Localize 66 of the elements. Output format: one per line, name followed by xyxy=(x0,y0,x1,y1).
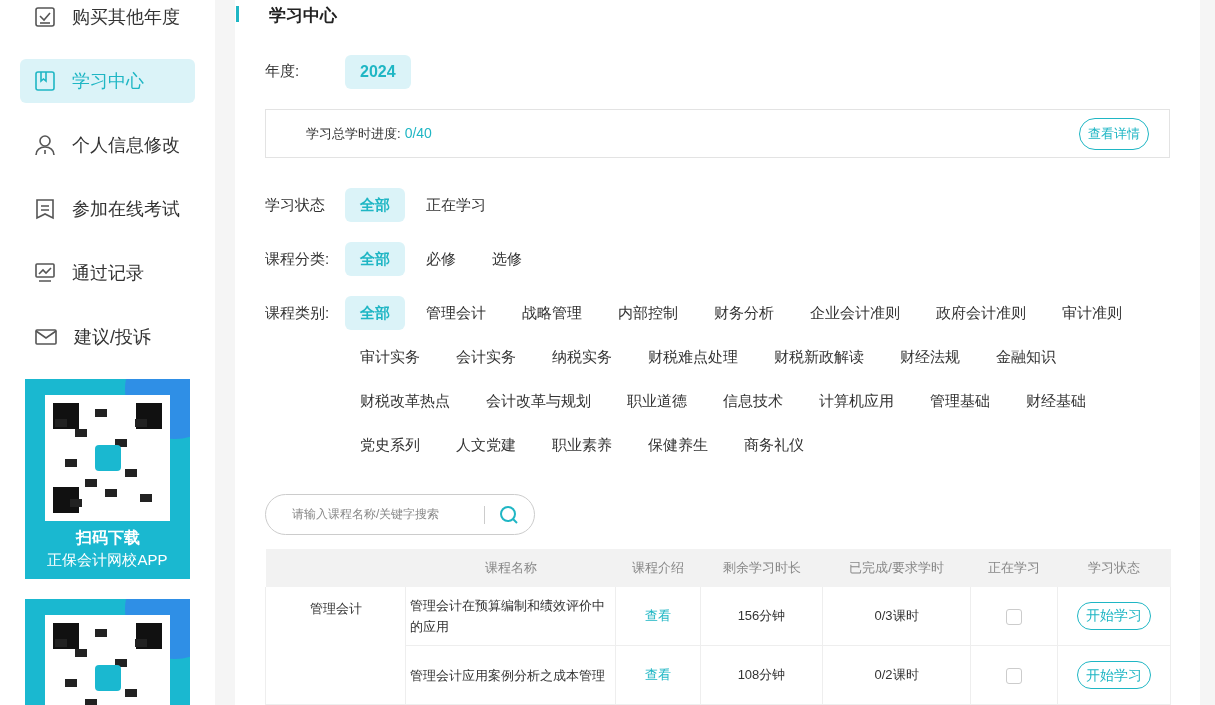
learning-checkbox[interactable] xyxy=(1006,608,1022,625)
banner-subtitle: 正保会计网校APP xyxy=(47,550,168,570)
sidebar-item[interactable]: 通过记录 xyxy=(20,251,195,295)
filter-option[interactable]: 计算机应用 xyxy=(804,384,909,419)
filter-option[interactable]: 内部控制 xyxy=(603,296,693,331)
column-header: 剩余学习时长 xyxy=(722,559,801,575)
course-name: 管理会计应用案例分析之成本管理 xyxy=(410,667,605,683)
filter-option[interactable]: 选修 xyxy=(477,242,537,277)
year-label: 年度: xyxy=(265,61,301,82)
filter-option[interactable]: 商务礼仪 xyxy=(729,428,819,463)
filter-option[interactable]: 必修 xyxy=(411,242,471,277)
filter-option[interactable]: 财务分析 xyxy=(699,296,789,331)
column-header: 课程名称 xyxy=(484,559,537,575)
chart-icon xyxy=(34,262,56,284)
checkbox-icon xyxy=(34,6,56,28)
document-icon xyxy=(34,198,56,220)
filter-option[interactable]: 管理基础 xyxy=(915,384,1005,419)
sidebar-item[interactable]: 参加在线考试 xyxy=(20,187,195,231)
search-field[interactable]: 请输入课程名称/关键字搜索 xyxy=(265,494,535,535)
filter-option[interactable]: 政府会计准则 xyxy=(921,296,1041,331)
column-header: 课程介绍 xyxy=(632,559,684,575)
category-cell: 管理会计 xyxy=(309,600,362,616)
search-icon[interactable] xyxy=(499,505,519,526)
sidebar-item[interactable]: 个人信息修改 xyxy=(20,123,195,167)
filter-option[interactable]: 财税新政解读 xyxy=(759,340,879,375)
filter-option[interactable]: 企业会计准则 xyxy=(795,296,915,331)
filter-option[interactable]: 财税难点处理 xyxy=(633,340,753,375)
learning-checkbox[interactable] xyxy=(1006,667,1022,684)
filter-option[interactable]: 战略管理 xyxy=(507,296,597,331)
book-icon xyxy=(34,70,56,92)
remaining-time: 108分钟 xyxy=(737,667,786,683)
filter-option[interactable]: 会计实务 xyxy=(441,340,531,375)
filter-option[interactable]: 职业素养 xyxy=(537,428,627,463)
filter-option[interactable]: 党史系列 xyxy=(345,428,435,463)
filter-option[interactable]: 审计准则 xyxy=(1047,296,1137,331)
filter-option[interactable]: 信息技术 xyxy=(708,384,798,419)
filter-option[interactable]: 财税改革热点 xyxy=(345,384,465,419)
column-header: 正在学习 xyxy=(988,559,1040,575)
progress-label: 学习总学时进度: xyxy=(306,124,401,143)
filter-option[interactable]: 纳税实务 xyxy=(537,340,627,375)
page-title: 学习中心 xyxy=(269,4,337,27)
remaining-time: 156分钟 xyxy=(737,608,786,623)
filter-option[interactable]: 财经法规 xyxy=(885,340,975,375)
filter-option[interactable]: 管理会计 xyxy=(411,296,501,331)
filter-option[interactable]: 人文党建 xyxy=(441,428,531,463)
filter-option[interactable]: 财经基础 xyxy=(1011,384,1101,419)
sidebar-item[interactable]: 建议/投诉 xyxy=(20,315,195,359)
filter-option[interactable]: 会计改革与规划 xyxy=(471,384,606,419)
filter-option[interactable]: 正在学习 xyxy=(411,188,501,223)
progress-value: 0/40 xyxy=(404,124,432,144)
banner-title: 扫码下载 xyxy=(75,528,140,548)
filter-option[interactable]: 审计实务 xyxy=(345,340,435,375)
column-header: 学习状态 xyxy=(1088,559,1140,575)
sidebar-item[interactable]: 购买其他年度 xyxy=(20,0,195,39)
column-header: 已完成/要求学时 xyxy=(849,559,944,575)
filter-label: 学习状态 xyxy=(265,195,326,216)
completed-hours: 0/2课时 xyxy=(874,667,919,683)
filter-label: 课程分类: xyxy=(265,249,331,270)
user-icon xyxy=(34,134,56,156)
mail-icon xyxy=(34,326,58,348)
completed-hours: 0/3课时 xyxy=(874,608,919,623)
filter-option[interactable]: 金融知识 xyxy=(981,340,1071,375)
course-name: 管理会计在预算编制和绩效评价中的应用 xyxy=(410,597,605,634)
filter-option[interactable]: 职业道德 xyxy=(612,384,702,419)
filter-label: 课程类别: xyxy=(265,303,331,324)
filter-option[interactable]: 保健养生 xyxy=(633,428,723,463)
